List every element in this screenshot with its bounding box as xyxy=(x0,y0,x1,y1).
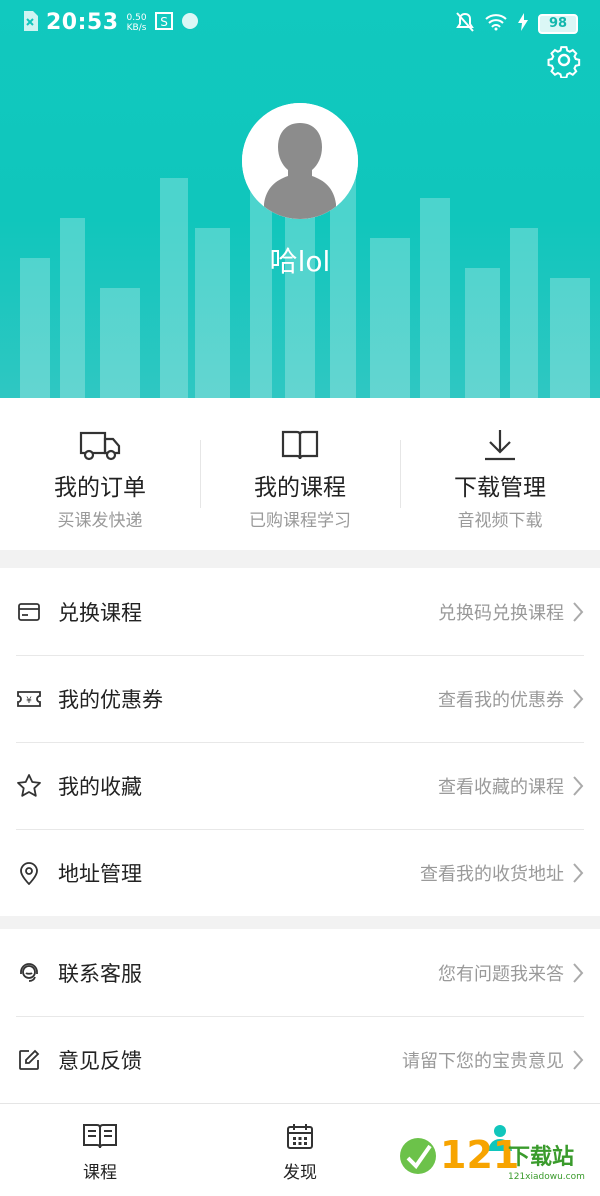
wifi-icon xyxy=(484,13,508,35)
my-courses-button[interactable]: 我的课程 已购课程学习 xyxy=(200,398,400,550)
site-watermark-logo: 121 下载站 121xiadowu.com xyxy=(400,1133,585,1182)
svg-text:¥: ¥ xyxy=(26,696,32,706)
qa-title: 下载管理 xyxy=(454,475,546,501)
mute-bell-icon xyxy=(456,12,474,36)
default-avatar-icon xyxy=(242,103,358,219)
chevron-right-icon xyxy=(573,775,584,796)
status-bar: 20:53 0.50 KB/s S 98 xyxy=(0,0,600,48)
row-title: 联系客服 xyxy=(58,961,142,986)
address-row[interactable]: 地址管理 查看我的收货地址 xyxy=(0,829,600,916)
watermark-url: 121xiadowu.com xyxy=(508,1172,585,1182)
redeem-course-row[interactable]: 兑换课程 兑换码兑换课程 xyxy=(0,568,600,655)
row-subtitle: 您有问题我来答 xyxy=(438,963,564,985)
profile-header: 20:53 0.50 KB/s S 98 哈lol xyxy=(0,0,600,398)
location-icon xyxy=(20,861,38,885)
row-subtitle: 查看收藏的课程 xyxy=(438,776,564,798)
row-title: 我的收藏 xyxy=(58,774,142,799)
truck-icon xyxy=(79,431,121,461)
row-subtitle: 查看我的收货地址 xyxy=(420,863,564,885)
row-title: 我的优惠券 xyxy=(58,687,163,712)
tab-discover[interactable]: 发现 xyxy=(200,1104,400,1196)
sim-icon xyxy=(22,10,38,35)
menu-group-support: 联系客服 您有问题我来答 意见反馈 请留下您的宝贵意见 xyxy=(0,929,600,1103)
settings-gear-icon[interactable] xyxy=(546,42,582,78)
chevron-right-icon xyxy=(573,1049,584,1070)
chevron-right-icon xyxy=(573,601,584,622)
qa-title: 我的课程 xyxy=(254,475,346,501)
course-icon xyxy=(83,1124,117,1149)
chevron-right-icon xyxy=(573,962,584,983)
charging-icon xyxy=(518,13,528,35)
qa-subtitle: 已购课程学习 xyxy=(249,511,351,531)
favorites-row[interactable]: 我的收藏 查看收藏的课程 xyxy=(0,742,600,829)
my-orders-button[interactable]: 我的订单 买课发快递 xyxy=(0,398,200,550)
row-subtitle: 兑换码兑换课程 xyxy=(438,602,564,624)
row-title: 意见反馈 xyxy=(58,1048,142,1073)
customer-service-row[interactable]: 联系客服 您有问题我来答 xyxy=(0,929,600,1016)
status-time: 20:53 xyxy=(46,10,119,35)
app-circle-icon xyxy=(181,12,199,34)
watermark-text: 下载站 xyxy=(508,1144,574,1170)
network-speed: 0.50 KB/s xyxy=(126,12,147,33)
bottom-tab-bar: 课程 发现 121 下载站 121xiadowu.com xyxy=(0,1103,600,1196)
card-icon xyxy=(18,602,40,621)
download-manager-button[interactable]: 下载管理 音视频下载 xyxy=(400,398,600,550)
star-icon xyxy=(17,773,41,797)
row-subtitle: 请留下您的宝贵意见 xyxy=(402,1050,564,1072)
row-title: 地址管理 xyxy=(58,861,142,886)
tab-label: 发现 xyxy=(283,1163,317,1183)
edit-icon xyxy=(19,1049,40,1070)
avatar[interactable] xyxy=(242,103,358,219)
quick-actions: 我的订单 买课发快递 我的课程 已购课程学习 下载管理 音视频下载 xyxy=(0,398,600,550)
tab-label: 课程 xyxy=(83,1163,117,1183)
book-icon xyxy=(281,430,319,460)
qa-subtitle: 音视频下载 xyxy=(457,511,543,531)
coupons-row[interactable]: ¥ 我的优惠券 查看我的优惠券 xyxy=(0,655,600,742)
menu-group-account: 兑换课程 兑换码兑换课程 ¥ 我的优惠券 查看我的优惠券 我的收藏 查看收藏的课… xyxy=(0,568,600,916)
username[interactable]: 哈lol xyxy=(0,240,600,280)
qa-subtitle: 买课发快递 xyxy=(57,511,143,531)
calendar-icon xyxy=(287,1124,313,1149)
battery-level: 98 xyxy=(538,14,578,34)
row-subtitle: 查看我的优惠券 xyxy=(438,689,564,711)
tab-courses[interactable]: 课程 xyxy=(0,1104,200,1196)
coupon-icon: ¥ xyxy=(17,690,41,707)
row-title: 兑换课程 xyxy=(58,600,142,625)
download-icon xyxy=(485,430,515,461)
svg-text:S: S xyxy=(160,15,168,29)
app-notification-icon: S xyxy=(154,11,173,34)
qa-title: 我的订单 xyxy=(54,475,146,501)
headset-icon xyxy=(20,962,38,982)
chevron-right-icon xyxy=(573,688,584,709)
feedback-row[interactable]: 意见反馈 请留下您的宝贵意见 xyxy=(0,1016,600,1103)
chevron-right-icon xyxy=(573,862,584,883)
